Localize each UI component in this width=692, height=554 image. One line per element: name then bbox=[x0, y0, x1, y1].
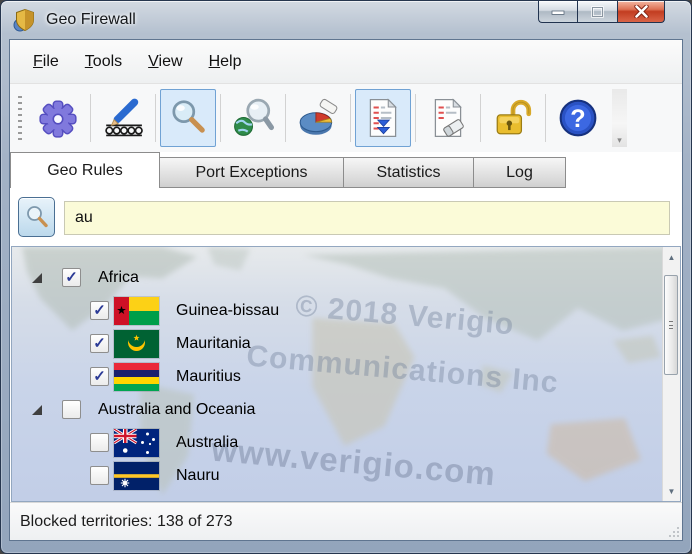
statusbar: Blocked territories: 138 of 273 bbox=[10, 502, 682, 540]
toolbar-separator bbox=[480, 94, 481, 142]
geo-lookup-button[interactable] bbox=[225, 89, 281, 147]
settings-button[interactable] bbox=[30, 89, 86, 147]
tab-geo-rules[interactable]: Geo Rules bbox=[10, 152, 160, 188]
scroll-up-icon[interactable]: ▲ bbox=[663, 249, 680, 265]
tree-item-label: Mauritius bbox=[176, 367, 241, 385]
tab-statistics[interactable]: Statistics bbox=[344, 157, 474, 188]
gear-icon bbox=[39, 100, 77, 138]
document-eraser-icon bbox=[434, 98, 464, 138]
flag-mauritius-icon bbox=[113, 361, 160, 392]
checkbox-mauritania[interactable]: ✓ bbox=[90, 334, 109, 353]
clear-list-button[interactable] bbox=[420, 89, 476, 147]
tree-group-africa[interactable]: ✓ Africa bbox=[12, 261, 662, 294]
toolbar-separator bbox=[415, 94, 416, 142]
pencil-edit-icon bbox=[105, 98, 143, 137]
close-button[interactable] bbox=[618, 1, 665, 23]
toolbar-separator bbox=[90, 94, 91, 142]
territory-tree: ✓ Africa ✓ Guinea-bissau ✓ Mauritania ✓ … bbox=[12, 247, 662, 501]
close-icon bbox=[633, 5, 649, 18]
checkbox-australia[interactable] bbox=[90, 433, 109, 452]
svg-text:?: ? bbox=[570, 105, 585, 133]
chevron-down-icon: ▾ bbox=[617, 135, 622, 145]
minimize-button[interactable] bbox=[538, 1, 577, 23]
checkbox-guinea-bissau[interactable]: ✓ bbox=[90, 301, 109, 320]
tree-item-label: Mauritania bbox=[176, 334, 251, 352]
toolbar: ? ▾ bbox=[10, 84, 682, 152]
menu-help[interactable]: Help bbox=[196, 45, 255, 79]
tree-item-label: Australia bbox=[176, 433, 239, 451]
checkbox-mauritius[interactable]: ✓ bbox=[90, 367, 109, 386]
toolbar-overflow[interactable]: ▾ bbox=[612, 89, 627, 147]
checkmark-icon: ✓ bbox=[65, 268, 78, 286]
menubar: File Tools View Help bbox=[10, 40, 682, 84]
document-arrows-icon bbox=[369, 98, 397, 138]
menu-tools[interactable]: Tools bbox=[72, 45, 135, 79]
tree-item-nauru[interactable]: Nauru bbox=[12, 459, 662, 492]
pie-chart-icon bbox=[299, 98, 338, 135]
tab-port-exceptions[interactable]: Port Exceptions bbox=[160, 157, 344, 188]
toolbar-separator bbox=[155, 94, 156, 142]
scrollbar-thumb[interactable] bbox=[664, 275, 678, 375]
flag-mauritania-icon bbox=[113, 328, 160, 359]
statistics-button[interactable] bbox=[290, 89, 346, 147]
tree-group-label: Africa bbox=[98, 268, 139, 286]
menu-file[interactable]: File bbox=[20, 45, 72, 79]
territories-panel: © 2018 Verigio Communications Inc www.ve… bbox=[11, 246, 681, 502]
checkbox-africa[interactable]: ✓ bbox=[62, 268, 81, 287]
tree-group-australia-oceania[interactable]: Australia and Oceania bbox=[12, 393, 662, 426]
rules-list-button[interactable] bbox=[355, 89, 411, 147]
search-row bbox=[10, 188, 682, 246]
search-icon bbox=[26, 206, 48, 228]
toolbar-separator bbox=[285, 94, 286, 142]
toolbar-separator bbox=[220, 94, 221, 142]
checkbox-nauru[interactable] bbox=[90, 466, 109, 485]
toolbar-gripper[interactable] bbox=[18, 96, 22, 140]
toolbar-separator bbox=[350, 94, 351, 142]
lock-button[interactable] bbox=[485, 89, 541, 147]
checkmark-icon: ✓ bbox=[93, 334, 106, 352]
flag-nauru-icon bbox=[113, 460, 160, 491]
tree-item-australia[interactable]: Australia bbox=[12, 426, 662, 459]
toolbar-separator bbox=[545, 94, 546, 142]
checkmark-icon: ✓ bbox=[93, 301, 106, 319]
resize-grip[interactable] bbox=[667, 525, 680, 538]
vertical-scrollbar[interactable]: ▲ ▼ bbox=[662, 247, 680, 501]
checkmark-icon: ✓ bbox=[93, 367, 106, 385]
geo-firewall-window: Geo Firewall File Tools View Help ? ▾ Ge… bbox=[0, 0, 692, 554]
tree-item-guinea-bissau[interactable]: ✓ Guinea-bissau bbox=[12, 294, 662, 327]
minimize-icon bbox=[551, 10, 565, 15]
magnifier-icon bbox=[172, 100, 205, 133]
scroll-down-icon[interactable]: ▼ bbox=[663, 483, 680, 499]
search-input[interactable] bbox=[64, 201, 670, 235]
app-shield-icon bbox=[13, 8, 34, 32]
search-toggle-button[interactable] bbox=[160, 89, 216, 147]
tree-item-label: Nauru bbox=[176, 466, 220, 484]
help-button[interactable]: ? bbox=[550, 89, 606, 147]
window-title: Geo Firewall bbox=[46, 11, 136, 28]
expander-icon[interactable] bbox=[32, 272, 42, 283]
help-question-icon: ? bbox=[559, 99, 597, 137]
expander-icon[interactable] bbox=[32, 404, 42, 415]
caption-buttons bbox=[538, 1, 665, 23]
menu-view[interactable]: View bbox=[135, 45, 195, 79]
flag-guinea-bissau-icon bbox=[113, 295, 160, 326]
tab-strip: Geo Rules Port Exceptions Statistics Log bbox=[10, 152, 682, 188]
tree-item-label: Guinea-bissau bbox=[176, 301, 280, 319]
flag-australia-icon bbox=[113, 427, 160, 458]
client-area: File Tools View Help ? ▾ Geo Rules Port … bbox=[9, 39, 683, 541]
blocked-territories-status: Blocked territories: 138 of 273 bbox=[20, 512, 233, 530]
titlebar[interactable]: Geo Firewall bbox=[1, 1, 691, 39]
maximize-icon bbox=[591, 5, 604, 18]
tree-group-label: Australia and Oceania bbox=[98, 400, 256, 418]
tree-item-mauritania[interactable]: ✓ Mauritania bbox=[12, 327, 662, 360]
tab-log[interactable]: Log bbox=[474, 157, 566, 188]
search-button[interactable] bbox=[18, 197, 55, 237]
tree-item-mauritius[interactable]: ✓ Mauritius bbox=[12, 360, 662, 393]
maximize-button[interactable] bbox=[577, 1, 618, 23]
checkbox-australia-oceania[interactable] bbox=[62, 400, 81, 419]
edit-rules-button[interactable] bbox=[95, 89, 151, 147]
globe-magnifier-icon bbox=[234, 98, 274, 136]
open-padlock-icon bbox=[496, 99, 532, 135]
thumb-grip-icon bbox=[669, 321, 673, 330]
